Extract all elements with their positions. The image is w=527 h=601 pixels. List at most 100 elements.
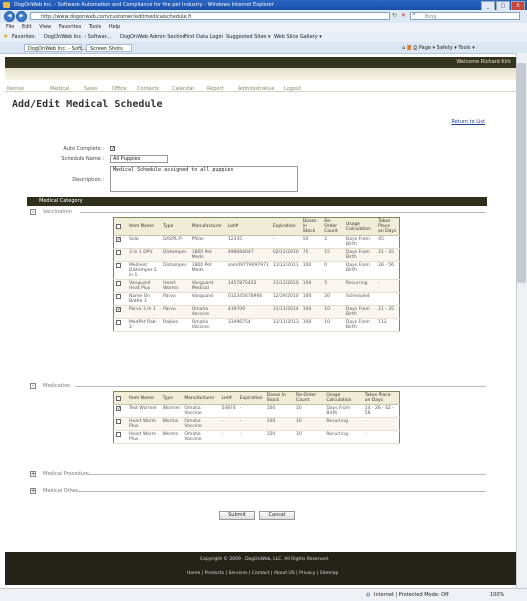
table-cell: Days From Birth	[343, 235, 377, 249]
feeds-icon[interactable]: ◙	[407, 45, 412, 51]
vaccination-toggle[interactable]: -	[30, 209, 36, 215]
table-cell: Sear	[127, 235, 162, 249]
submit-button[interactable]: Submit	[219, 511, 255, 520]
vaccination-row-checkbox[interactable]	[116, 281, 121, 286]
forward-arrow-icon[interactable]: ▶	[16, 11, 27, 22]
table-cell: Pfizer	[189, 235, 226, 249]
table-row: Medivet Distemper 2 in 1 Distemper 1800 Pe…	[113, 261, 400, 280]
medical-procedure-toggle[interactable]: +	[30, 471, 36, 477]
table-cell: 10	[322, 318, 344, 332]
menu-favorites[interactable]: Favorites	[59, 24, 82, 30]
vaccination-section-title: Vaccination	[43, 209, 72, 215]
refresh-icon[interactable]: ↻	[392, 12, 397, 19]
table-cell: 5	[322, 279, 344, 293]
footer-link-about[interactable]: About US	[274, 571, 295, 576]
medication-row-checkbox[interactable]	[116, 419, 121, 424]
vaccination-row-checkbox[interactable]	[116, 294, 121, 299]
table-row: MedPet Rab-3 Rabies Omaha Vaccine 33496754 1…	[113, 318, 400, 332]
nav-kennel[interactable]: Kennel	[7, 86, 24, 92]
nav-sales[interactable]: Sales	[84, 86, 97, 92]
table-cell: 11/11/2010	[270, 279, 301, 293]
table-cell: -	[219, 417, 238, 431]
table-cell: Days From Birth	[343, 305, 377, 319]
fav-link-admin[interactable]: DogOnWeb Admin Section	[120, 32, 186, 42]
search-input[interactable]: Bing	[410, 12, 520, 20]
page-menu[interactable]: Page ▾	[419, 45, 435, 51]
section-divider	[88, 474, 486, 475]
fav-link-first-data[interactable]: First Data Login	[184, 32, 223, 42]
menu-help[interactable]: Help	[109, 24, 120, 30]
nav-logout[interactable]: Logout	[284, 86, 301, 92]
menu-file[interactable]: File	[6, 24, 14, 30]
nav-medical[interactable]: Medical	[50, 86, 69, 92]
column-header: Expiration	[270, 217, 301, 236]
vaccination-row-checkbox[interactable]	[116, 263, 121, 268]
footer-link-home[interactable]: Home	[187, 571, 200, 576]
medication-row-checkbox[interactable]: ✓	[116, 406, 121, 412]
table-cell: Days From Birth	[343, 248, 377, 262]
table-row: ✓ Sear DA2PL-P Pfizer 12345-50 2 Days From Bir…	[113, 235, 400, 249]
vaccination-row-checkbox[interactable]: ✓	[116, 237, 121, 243]
table-cell: Omaha Vaccine	[182, 417, 220, 431]
column-header: Item Name	[127, 391, 161, 405]
fav-link-dogonweb[interactable]: DogOnWeb Inc. - Softwar...	[44, 32, 111, 42]
return-to-list-link[interactable]: Return to List	[451, 119, 485, 125]
medication-select-all-checkbox[interactable]	[116, 395, 121, 401]
favorites-button[interactable]: Favorites	[12, 32, 35, 42]
back-arrow-icon[interactable]: ◀	[4, 11, 15, 22]
menu-edit[interactable]: Edit	[22, 24, 32, 30]
cancel-button[interactable]: Cancel	[259, 511, 295, 520]
fav-link-suggested-sites[interactable]: Suggested Sites ▾	[226, 32, 270, 42]
table-cell: Parvo	[161, 305, 190, 319]
column-header: Lot#	[219, 391, 238, 405]
description-textarea[interactable]: Medical Schedule assigned to all puppies	[110, 166, 298, 192]
table-cell: 0	[322, 261, 344, 280]
footer-link-contact[interactable]: Contact	[252, 571, 270, 576]
fav-link-web-slice[interactable]: Web Slice Gallery ▾	[274, 32, 322, 42]
table-cell: -	[362, 430, 400, 444]
footer-link-privacy[interactable]: Privacy	[299, 571, 315, 576]
auto-complete-checkbox[interactable]: ✓	[110, 146, 115, 152]
nav-contacts[interactable]: Contacts	[137, 86, 159, 92]
nav-office[interactable]: Office	[112, 86, 127, 92]
nav-administrative[interactable]: Administrative	[238, 86, 274, 92]
footer-link-products[interactable]: Products	[205, 571, 224, 576]
table-row: Vanguard Heat Plus Heart Worms Vanguard Me…	[113, 279, 400, 293]
tab-dogonweb[interactable]: DogOnWeb Inc. - Soft...	[24, 44, 86, 52]
table-cell: Heart Worms	[161, 279, 190, 293]
footer-link-services[interactable]: Services	[229, 571, 248, 576]
scrollbar-thumb[interactable]	[517, 63, 526, 283]
vaccination-select-all-checkbox[interactable]	[116, 224, 121, 229]
nav-report[interactable]: Report	[207, 86, 224, 92]
vaccination-row-checkbox[interactable]	[116, 320, 121, 325]
table-cell: 02/12/2010	[270, 248, 301, 262]
safety-menu[interactable]: Safety ▾	[437, 45, 457, 51]
table-row: Name On Bottle 3 Parvo Vanguard 01234567896…	[113, 292, 400, 306]
nav-calendar[interactable]: Calendar	[172, 86, 194, 92]
column-header: Type	[160, 391, 183, 405]
menu-view[interactable]: View	[39, 24, 51, 30]
stop-icon[interactable]: ✕	[401, 12, 406, 19]
schedule-name-input[interactable]: All Puppies	[110, 155, 168, 163]
medication-row-checkbox[interactable]	[116, 432, 121, 437]
tab-screen-shots[interactable]: Screen Shots	[86, 44, 132, 52]
footer-link-sitemap[interactable]: Sitemap	[320, 571, 339, 576]
table-cell: Vanguard Heat Plus	[127, 279, 162, 293]
address-input[interactable]: http://www.dogonweb.com/customer/editmed…	[30, 12, 390, 20]
menu-tools[interactable]: Tools	[89, 24, 101, 30]
table-cell: 100	[300, 279, 323, 293]
print-icon[interactable]: ⎙	[413, 45, 417, 51]
vaccination-row-checkbox[interactable]: ✓	[116, 307, 121, 313]
column-header: Re-Order Count	[322, 217, 344, 236]
zoom-level[interactable]: 100%	[490, 589, 504, 601]
tools-menu[interactable]: Tools ▾	[458, 45, 474, 51]
medication-toggle[interactable]: -	[30, 383, 36, 389]
medical-other-toggle[interactable]: +	[30, 488, 36, 494]
star-icon: ★	[3, 33, 9, 40]
vaccination-row-checkbox[interactable]	[116, 250, 121, 255]
home-icon[interactable]: ⌂	[402, 45, 405, 51]
table-row: ✓ Test Wormer Wormer Omaha Vaccine 54874-100…	[113, 404, 400, 418]
table-cell: 15	[322, 248, 344, 262]
site-header	[5, 57, 516, 68]
table-header-row: Item Name Type Manufacturer Lot# Expirat…	[113, 391, 400, 405]
